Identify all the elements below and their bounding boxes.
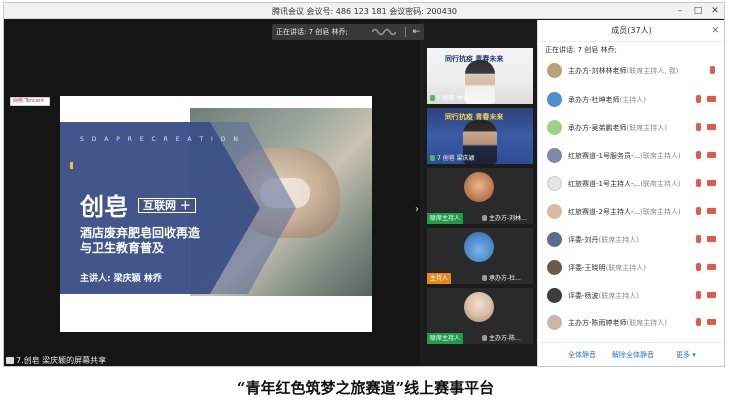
host-badge: 联席主持人 (427, 213, 464, 224)
slide-ribbon-text: S D A P R E C R E A T I O N (80, 136, 241, 143)
mic-muted-icon[interactable] (696, 179, 701, 187)
slide-tag: 互联网 ＋ (138, 198, 196, 213)
video-tile[interactable]: 同行抗疫 青春未来 7 创皂 梁庆颖 (427, 108, 533, 164)
presenter-logo: 网络 Tencent (10, 97, 50, 106)
avatar (547, 204, 562, 219)
mic-muted-icon[interactable] (696, 263, 701, 271)
mic-on-icon (430, 95, 435, 101)
avatar (547, 232, 562, 247)
screen-share-icon (6, 357, 14, 364)
screen-share-stage: 正在讲话: 7 创皂 林乔; ⇤ 网络 Tencent S D A P R E … (4, 20, 424, 366)
tile-label: 承办方-杜... (489, 275, 521, 282)
avatar (464, 292, 494, 322)
member-row[interactable]: 评委-刘丹(联席主持人) (538, 229, 724, 251)
window-title: 腾讯会议 会议号: 486 123 181 会议密码: 200430 (272, 7, 457, 16)
mute-all-button[interactable]: 全体静音 (568, 350, 596, 360)
close-icon[interactable]: ✕ (711, 20, 719, 42)
member-row[interactable]: 评委-王晓明(联席主持人) (538, 257, 724, 279)
avatar (547, 148, 562, 163)
speaking-text: 正在讲话: 7 创皂 林乔; (545, 46, 617, 54)
member-row[interactable]: 承办方-吴弟鹏老师(联席主持人) (538, 117, 724, 139)
maximize-button[interactable]: □ (692, 5, 704, 17)
host-badge: 主持人 (427, 273, 452, 284)
audio-wave-icon (372, 28, 396, 36)
camera-off-icon[interactable] (707, 96, 716, 102)
mic-muted-icon[interactable] (696, 207, 701, 215)
avatar (547, 260, 562, 275)
mic-on-icon (430, 155, 435, 161)
camera-off-icon[interactable] (707, 124, 716, 130)
avatar (547, 288, 562, 303)
mic-muted-icon[interactable] (696, 95, 701, 103)
avatar (464, 232, 494, 262)
member-panel: 成员(37人) ✕ 正在讲话: 7 创皂 林乔; 主办方-刘林林老师(联席主持人… (537, 20, 724, 366)
video-tile[interactable]: 同行抗疫 青春未来 7 创皂 林乔 (427, 48, 533, 104)
avatar (547, 92, 562, 107)
member-row[interactable]: 承办方-杜坤老师(主持人) (538, 89, 724, 111)
speaking-text: 正在讲话: 7 创皂 林乔; (276, 28, 348, 36)
video-tile[interactable]: 主持人 承办方-杜... (427, 228, 533, 284)
slide-speaker: 主讲人: 梁庆颖 林乔 (80, 274, 162, 284)
presentation-slide: S D A P R E C R E A T I O N 创皂 互联网 ＋ 酒店废… (60, 96, 372, 332)
member-row[interactable]: 红旅赛道-2号主持人-...(联席主持人) (538, 201, 724, 223)
avatar (547, 176, 562, 191)
video-tile[interactable]: 联席主持人 主办方-陈... (427, 288, 533, 344)
mic-muted-icon[interactable] (696, 318, 701, 326)
member-panel-header: 成员(37人) ✕ (538, 20, 724, 42)
camera-off-icon[interactable] (707, 319, 716, 325)
exit-icon[interactable]: ⇤ (412, 24, 420, 40)
camera-off-icon[interactable] (707, 236, 716, 242)
member-row[interactable]: 主办方-刘林林老师(联席主持人, 我) (538, 60, 724, 82)
member-panel-footer: 全体静音 解除全体静音 更多 ▾ (538, 342, 724, 366)
member-count: 成员(37人) (611, 26, 652, 35)
tile-label: 主办方-陈... (489, 335, 521, 342)
camera-off-icon[interactable] (707, 292, 716, 298)
meeting-window: 腾讯会议 会议号: 486 123 181 会议密码: 200430 – □ ✕… (3, 2, 725, 367)
member-row[interactable]: 红旅赛道-1号主持人-...(联席主持人) (538, 173, 724, 195)
title-bar: 腾讯会议 会议号: 486 123 181 会议密码: 200430 – □ ✕ (4, 3, 724, 19)
mic-muted-icon[interactable] (696, 151, 701, 159)
caption: “青年红色筑梦之旅赛道”线上赛事平台 (236, 379, 495, 397)
mic-off-icon (482, 215, 487, 221)
member-row[interactable]: 红旅赛道-1号服务员-...(联席主持人) (538, 145, 724, 167)
camera-off-icon[interactable] (707, 180, 716, 186)
tile-label: 7 创皂 梁庆颖 (437, 155, 475, 162)
screen-share-label: 7.创皂 梁庆颖的屏幕共享 (6, 355, 106, 366)
avatar (547, 120, 562, 135)
ribbon-mark (70, 162, 73, 169)
close-button[interactable]: ✕ (709, 5, 721, 17)
more-button[interactable]: 更多 ▾ (676, 350, 696, 360)
camera-off-icon[interactable] (707, 208, 716, 214)
member-row[interactable]: 评委-杨波(联席主持人) (538, 285, 724, 307)
mic-muted-icon[interactable] (710, 66, 715, 74)
mic-off-icon (482, 335, 487, 341)
mic-muted-icon[interactable] (696, 235, 701, 243)
avatar (547, 315, 562, 330)
minimize-button[interactable]: – (674, 5, 686, 17)
chevron-right-icon[interactable]: › (415, 204, 419, 215)
avatar (464, 172, 494, 202)
speaking-indicator: 正在讲话: 7 创皂 林乔; ⇤ (272, 24, 424, 40)
divider (405, 27, 406, 37)
tile-label: 主办方-刘林... (489, 215, 527, 222)
unmute-all-button[interactable]: 解除全体静音 (612, 350, 654, 360)
slide-title: 创皂 (80, 192, 128, 221)
avatar (547, 63, 562, 78)
slide-subtitle-2: 与卫生教育普及 (80, 241, 165, 255)
mic-muted-icon[interactable] (696, 123, 701, 131)
video-tiles: 同行抗疫 青春未来 7 创皂 林乔 同行抗疫 青春未来 7 创皂 梁庆颖 联席主… (427, 48, 533, 348)
host-badge: 联席主持人 (427, 333, 464, 344)
tile-label: 7 创皂 林乔 (437, 95, 469, 102)
participant-video (465, 60, 495, 104)
camera-off-icon[interactable] (707, 152, 716, 158)
member-row[interactable]: 主办方-陈雨婷老师(联席主持人) (538, 312, 724, 334)
mic-off-icon (482, 275, 487, 281)
video-tile[interactable]: 联席主持人 主办方-刘林... (427, 168, 533, 224)
mic-muted-icon[interactable] (696, 291, 701, 299)
camera-off-icon[interactable] (707, 264, 716, 270)
